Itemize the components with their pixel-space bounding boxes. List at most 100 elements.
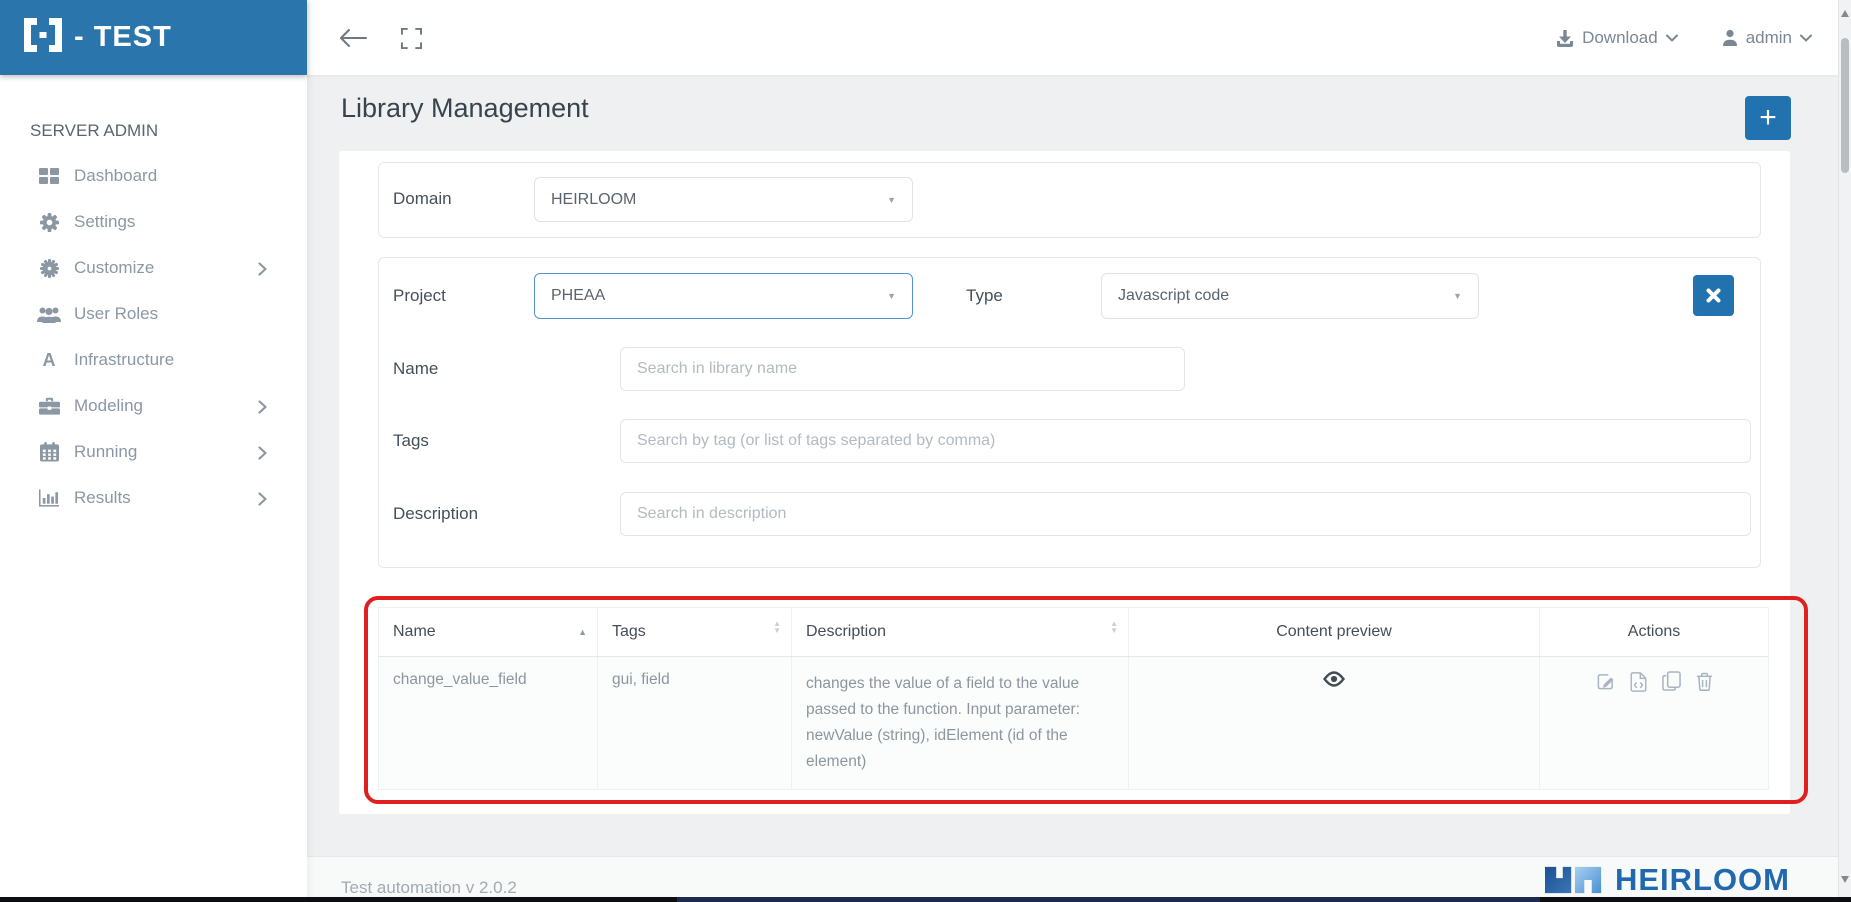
- library-table: Name ▲ Tags ▲ ▼ Description ▲ ▼ Content previ…: [378, 607, 1769, 790]
- domain-select-value: HEIRLOOM: [551, 190, 637, 208]
- domain-select[interactable]: HEIRLOOM ▼: [534, 177, 913, 222]
- chevron-right-icon: [258, 261, 267, 281]
- brand-header[interactable]: - TEST: [0, 0, 307, 75]
- bottom-edge-segment: [677, 897, 1540, 902]
- topbar: Download admin: [307, 0, 1838, 75]
- user-label: admin: [1745, 27, 1792, 47]
- sidebar-nav: Dashboard Settings Customize User Roles …: [0, 153, 307, 521]
- chevron-down-icon: [1800, 34, 1812, 42]
- sidebar-item-infrastructure[interactable]: A Infrastructure: [0, 337, 307, 383]
- sidebar-item-label: Modeling: [74, 396, 143, 415]
- column-header-description[interactable]: Description ▲ ▼: [791, 607, 1129, 657]
- caret-down-icon: ▼: [887, 291, 896, 301]
- sort-icon: ▲ ▼: [773, 619, 781, 635]
- sort-asc-icon: ▲: [578, 627, 587, 637]
- page-scrollbar[interactable]: [1838, 0, 1851, 897]
- column-header-content-preview: Content preview: [1128, 607, 1540, 657]
- cell-name: change_value_field: [378, 656, 598, 790]
- chevron-down-icon: [1665, 34, 1678, 42]
- back-arrow-icon: [340, 29, 367, 47]
- footer-logo: HEIRLOOM: [1544, 862, 1790, 898]
- chevron-right-icon: [258, 399, 267, 419]
- copy-icon[interactable]: [1661, 671, 1681, 692]
- sidebar-item-label: Customize: [74, 258, 155, 277]
- domain-panel: Domain HEIRLOOM ▼: [378, 162, 1761, 238]
- column-header-name[interactable]: Name ▲: [378, 607, 598, 657]
- clear-icon: [1706, 288, 1721, 303]
- type-label: Type: [966, 286, 1003, 305]
- sort-icon: ▲ ▼: [1110, 619, 1118, 635]
- sidebar-item-label: Running: [74, 442, 138, 461]
- project-label: Project: [393, 286, 446, 305]
- footer-brand-name: HEIRLOOM: [1614, 862, 1790, 897]
- fullscreen-icon: [400, 27, 422, 49]
- heirloom-logo-icon: [1544, 866, 1602, 894]
- clear-filters-button[interactable]: [1693, 275, 1734, 316]
- chevron-right-icon: [258, 491, 267, 511]
- delete-icon[interactable]: [1696, 672, 1713, 691]
- sidebar-item-label: Infrastructure: [74, 350, 175, 369]
- type-select-value: Javascript code: [1118, 287, 1230, 304]
- sidebar-item-results[interactable]: Results: [0, 475, 307, 521]
- calendar-icon: [37, 440, 61, 464]
- table-row: change_value_field gui, field changes th…: [378, 656, 1769, 790]
- scroll-up-arrow[interactable]: [1841, 10, 1849, 17]
- sidebar-section-title: SERVER ADMIN: [30, 121, 159, 140]
- cell-content-preview: [1128, 656, 1540, 790]
- caret-down-icon: ▼: [887, 194, 896, 205]
- sidebar-item-customize[interactable]: Customize: [0, 245, 307, 291]
- domain-label: Domain: [393, 189, 452, 208]
- description-label: Description: [393, 504, 479, 523]
- briefcase-icon: [37, 394, 61, 418]
- page-title: Library Management: [341, 93, 589, 123]
- column-header-tags[interactable]: Tags ▲ ▼: [597, 607, 792, 657]
- user-icon: [1722, 29, 1737, 46]
- cell-description: changes the value of a field to the valu…: [791, 656, 1129, 790]
- filter-panel: Project PHEAA ▼ Type Javascript code ▼ N…: [378, 257, 1761, 568]
- users-icon: [37, 302, 61, 326]
- scrollbar-thumb[interactable]: [1841, 38, 1849, 173]
- cell-actions: [1539, 656, 1769, 790]
- sidebar-item-label: Results: [74, 488, 131, 507]
- preview-eye-icon[interactable]: [1323, 671, 1345, 687]
- sidebar-item-label: Dashboard: [74, 166, 158, 185]
- tags-search-input[interactable]: [620, 419, 1751, 463]
- name-search-input[interactable]: [620, 347, 1185, 391]
- sidebar-item-user-roles[interactable]: User Roles: [0, 291, 307, 337]
- scroll-down-arrow[interactable]: [1841, 876, 1849, 883]
- add-library-button[interactable]: +: [1745, 96, 1791, 140]
- type-select[interactable]: Javascript code ▼: [1101, 273, 1479, 319]
- sidebar-item-modeling[interactable]: Modeling: [0, 383, 307, 429]
- chevron-right-icon: [258, 445, 267, 465]
- cog-icon: [37, 256, 61, 280]
- name-label: Name: [393, 359, 439, 378]
- sidebar-item-label: Settings: [74, 212, 136, 231]
- dashboard-icon: [37, 164, 61, 188]
- fullscreen-button[interactable]: [395, 24, 427, 52]
- column-header-actions: Actions: [1539, 607, 1769, 657]
- tags-label: Tags: [393, 431, 429, 450]
- back-button[interactable]: [337, 24, 369, 52]
- sidebar-item-dashboard[interactable]: Dashboard: [0, 153, 307, 199]
- caret-down-icon: ▼: [1453, 291, 1462, 301]
- bottom-edge-bar: [0, 897, 1851, 902]
- description-search-input[interactable]: [620, 492, 1751, 536]
- project-select[interactable]: PHEAA ▼: [534, 273, 913, 319]
- footer: Test automation v 2.0.2 HEIRLOOM: [307, 856, 1838, 902]
- topbar-right: Download admin: [1556, 0, 1812, 75]
- bar-chart-icon: [37, 486, 61, 510]
- sidebar-item-running[interactable]: Running: [0, 429, 307, 475]
- brand-title: - TEST: [74, 21, 172, 53]
- brand-logo-icon: [24, 18, 62, 57]
- project-select-value: PHEAA: [551, 287, 606, 304]
- sidebar: - TEST SERVER ADMIN Dashboard Settings C…: [0, 0, 307, 902]
- app-root: - TEST SERVER ADMIN Dashboard Settings C…: [0, 0, 1851, 902]
- download-label: Download: [1582, 27, 1658, 47]
- gear-icon: [37, 210, 61, 234]
- user-menu[interactable]: admin: [1722, 28, 1812, 48]
- sidebar-item-settings[interactable]: Settings: [0, 199, 307, 245]
- cell-tags: gui, field: [597, 656, 792, 790]
- edit-icon[interactable]: [1596, 672, 1615, 691]
- code-file-icon[interactable]: [1630, 671, 1647, 692]
- download-menu[interactable]: Download: [1556, 28, 1678, 48]
